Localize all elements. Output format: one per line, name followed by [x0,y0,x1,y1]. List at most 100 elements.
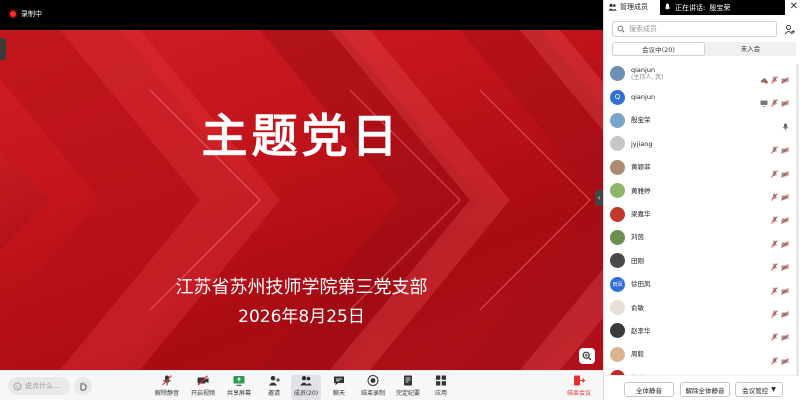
member-name-text: 周毅 [631,350,644,359]
member-name: 梁嘉华 [631,210,651,218]
members-label: 成员(20) [293,390,319,397]
meeting-control-button[interactable]: 会议管控 ▼ [735,382,783,397]
stop-recording-button[interactable]: 结束录制 [358,375,388,400]
member-name-text: 赵李华 [631,326,651,335]
member-row[interactable]: 殷宝荣 [604,109,800,132]
member-name-text: 俞敏 [631,303,644,312]
member-avatar [610,323,625,339]
member-avatar [610,229,625,245]
member-avatar: 田凤 [610,276,625,292]
member-name: qianjun (主持人, 我) [631,66,664,82]
member-row[interactable]: jyjiang [604,132,800,155]
member-row[interactable]: Qqianjun [604,85,800,108]
member-name-text: 田刚 [631,256,644,265]
share-screen-icon [233,375,245,386]
start-video-button[interactable]: 开启视频 [188,375,218,400]
panel-footer: 全体静音 解除全体静音 会议管控 ▼ [604,375,800,400]
add-member-icon[interactable] [782,22,796,36]
member-name: 黄雅婷 [631,187,651,195]
speaker-mic-icon [664,3,671,10]
member-list-scrollbar[interactable] [796,64,799,376]
member-list: qianjun (主持人, 我) Qqianjun 殷宝荣 jyjiang 黄颖菲 黄雅婷梁… [604,62,800,389]
slide-date: 2026年8月25日 [238,307,365,327]
manage-members-label: 管理成员 [620,3,648,11]
member-row[interactable]: 赵李华 [604,319,800,342]
member-avatar [610,136,625,152]
member-name-text: jyjiang [631,139,653,148]
manage-members-tab[interactable]: 管理成员 [608,2,648,12]
notes-button[interactable]: 完定纪要 [393,375,423,400]
end-meeting-label: 结束会议 [566,390,591,397]
member-row[interactable]: 田刚 [604,249,800,272]
meeting-window: 录制中 主题党日 江苏省苏州技师学院第三党支部 2026年8月25日 ‹ 说点什… [0,0,800,400]
member-avatar [610,206,625,222]
start-video-label: 开启视频 [190,390,215,397]
panel-collapse-handle[interactable]: ‹ [595,190,603,206]
smile-icon [13,381,22,391]
member-name-text: 徐田凤 [631,280,651,289]
apps-label: 应用 [434,390,447,397]
member-name-text: 刘茵 [631,233,644,242]
chevron-down-icon: ▼ [771,386,776,393]
zoom-icon[interactable] [579,348,595,364]
member-row[interactable]: 刘茵 [604,226,800,249]
member-name: 刘茵 [631,233,644,241]
top-bar: 录制中 [0,0,603,30]
member-search-input[interactable]: 搜索成员 [612,21,777,37]
member-name-text: qianjun [631,65,656,74]
raise-hand-icon[interactable] [74,377,92,395]
members-panel: 管理成员 正在讲话: 殷宝荣 ✕ 搜索成员 会议中(20) 未入会 qianju… [603,0,800,400]
record-stop-icon [367,375,379,386]
member-row[interactable]: 田凤 徐田凤 [604,273,800,296]
recording-indicator[interactable]: 录制中 [10,9,42,19]
members-button[interactable]: 成员(20) [291,375,321,400]
chat-label: 聊天 [332,390,345,397]
member-name: 黄颖菲 [631,163,651,171]
members-icon [608,3,617,11]
member-name: 徐田凤 [631,280,651,288]
member-row[interactable]: 周毅 [604,343,800,366]
apps-button[interactable]: 应用 [426,375,456,400]
close-icon[interactable]: ✕ [790,1,798,12]
invite-button[interactable]: 邀请 [259,375,289,400]
meeting-control-label: 会议管控 [742,386,769,395]
exit-icon [573,375,585,386]
member-row[interactable]: 黄雅婷 [604,179,800,202]
member-avatar [610,112,625,128]
invite-icon [268,375,280,386]
members-icon [300,375,312,386]
tab-in-meeting[interactable]: 会议中(20) [612,42,705,56]
end-meeting-button[interactable]: 结束会议 [564,375,594,400]
member-row[interactable]: 俞敏 [604,296,800,319]
member-name-text: qianjun [631,93,656,102]
member-row[interactable]: 梁嘉华 [604,202,800,225]
member-name: jyjiang [631,140,653,148]
unmute-all-button[interactable]: 解除全体静音 [680,382,730,397]
search-icon [617,25,625,33]
chat-button[interactable]: 聊天 [324,375,354,400]
member-avatar [610,159,625,175]
panel-header: 管理成员 正在讲话: 殷宝荣 ✕ [604,0,800,15]
notes-label: 完定纪要 [395,390,420,397]
stop-recording-label: 结束录制 [360,390,385,397]
member-name: qianjun [631,93,655,101]
member-row[interactable]: qianjun (主持人, 我) [604,62,800,85]
member-name-text: 黄雅婷 [631,186,651,195]
tab-not-joined[interactable]: 未入会 [705,42,796,56]
member-name: 殷宝荣 [631,116,651,124]
unmute-button[interactable]: 解除静音 [152,375,182,400]
meeting-toolbar: 说点什么... 解除静音 开启视频 共享屏幕 邀请 成员(20) 聊天 结束录制… [0,370,603,400]
share-screen-button[interactable]: 共享屏幕 [224,375,254,400]
member-row[interactable]: 黄颖菲 [604,156,800,179]
left-collapse-handle[interactable] [0,38,6,60]
member-name: 赵李华 [631,327,651,335]
member-avatar [610,253,625,269]
member-avatar [610,66,625,82]
mute-all-button[interactable]: 全体静音 [624,382,674,397]
member-role: (主持人, 我) [631,73,664,81]
slide-title: 主题党日 [201,109,402,163]
say-something-input[interactable]: 说点什么... [8,377,70,395]
member-name: 周毅 [631,350,644,358]
member-status-tabs: 会议中(20) 未入会 [612,42,796,56]
invite-label: 邀请 [267,390,280,397]
